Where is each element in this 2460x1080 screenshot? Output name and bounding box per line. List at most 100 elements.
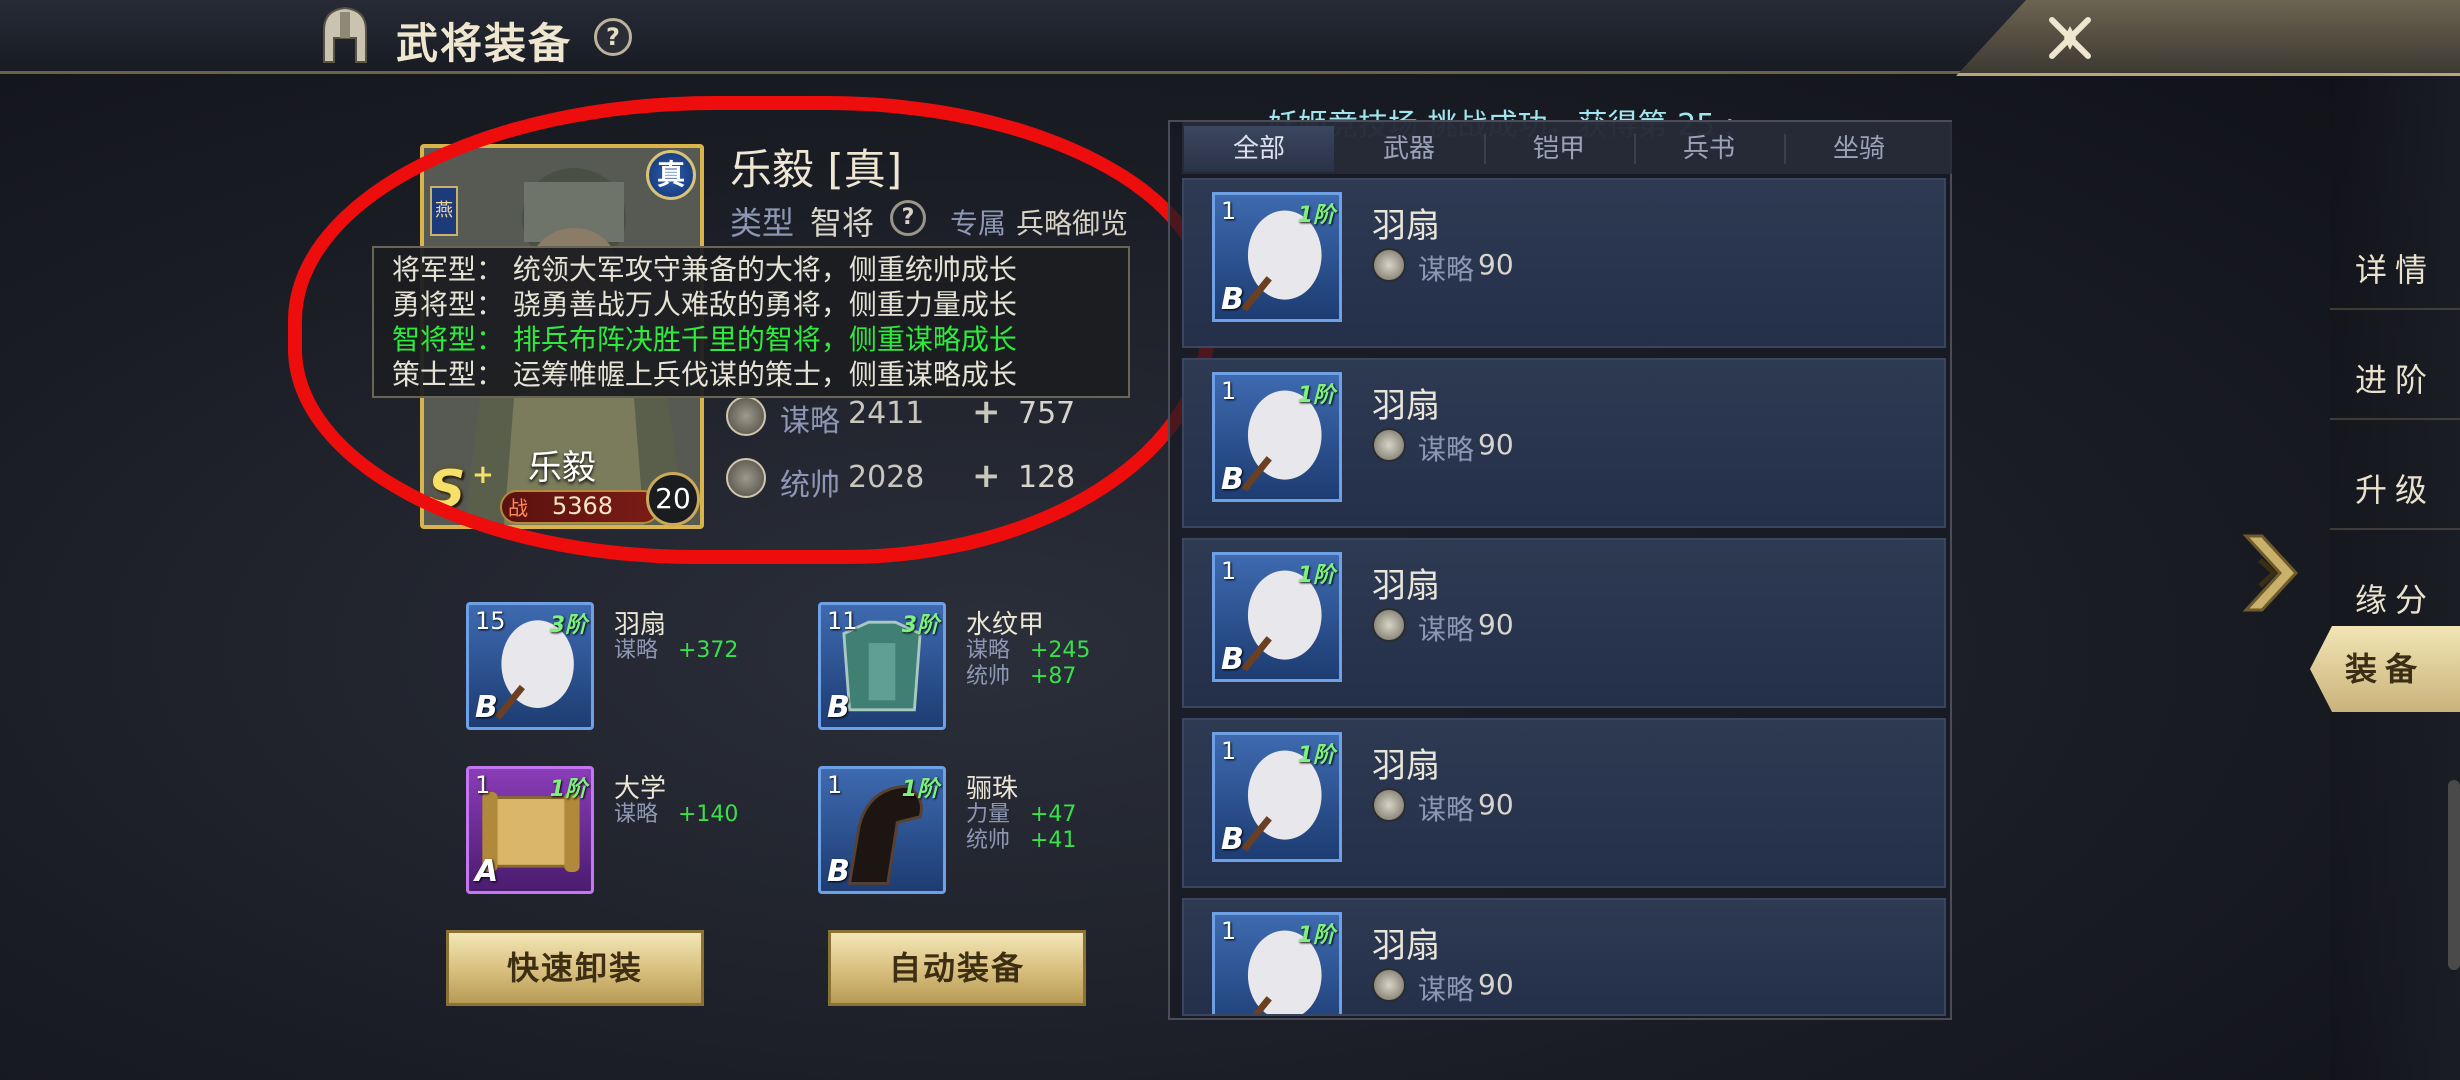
item-name: 羽扇 [1372,386,1440,426]
item-tier: 1阶 [1297,383,1335,408]
stat-label-command: 统帅 [780,468,840,503]
item-grade: B [1221,822,1244,857]
tooltip-line: 将军型： 统领大军攻守兼备的大将，侧重统帅成长 [392,253,1017,286]
auto-equip-button[interactable]: 自动装备 [828,930,1086,1006]
tab-weapon[interactable]: 武器 [1334,126,1484,172]
item-tier: 1阶 [1297,923,1335,948]
tab-book[interactable]: 兵书 [1634,126,1784,172]
item-stat-value: 90 [1478,248,1514,281]
item-name: 羽扇 [1372,566,1440,606]
scrollbar-thumb[interactable] [2448,780,2460,970]
quick-unequip-button[interactable]: 快速卸装 [446,930,704,1006]
nav-advance[interactable]: 进阶 [2330,340,2460,420]
nav-equipment[interactable]: 装备 [2310,626,2460,712]
plus-icon: + [972,392,1001,432]
exclusive-label: 专属 [950,207,1007,240]
item-level: 1 [827,771,843,799]
item-tier: 3阶 [901,613,939,638]
stat-value-command: 2028 [848,460,925,495]
equipped-armor-slot[interactable]: 11 3阶 B [818,602,946,730]
equipped-book-slot[interactable]: 1 1阶 A [466,766,594,894]
item-name: 羽扇 [1372,926,1440,966]
equipped-mount-bonus: +47 [1030,802,1077,827]
close-tab [1956,0,2460,76]
item-name: 羽扇 [1372,206,1440,246]
general-name: 乐毅 [真] [730,145,903,194]
item-stat-value: 90 [1478,608,1514,641]
item-tier: 1阶 [1297,203,1335,228]
stat-value-strategy: 2411 [848,396,925,431]
item-slot: 1 1阶 B [1212,192,1342,322]
type-label: 类型 [730,204,795,242]
power-value: 5368 [552,492,614,520]
nav-details[interactable]: 详情 [2330,230,2460,310]
exclusive-value: 兵略御览 [1016,207,1129,240]
strategy-stat-icon [726,396,766,436]
equipped-weapon-slot[interactable]: 15 3阶 B [466,602,594,730]
nav-upgrade[interactable]: 升级 [2330,450,2460,530]
equipped-armor-stat: 统帅 [966,664,1011,689]
equipped-book-bonus: +140 [678,802,739,827]
equipped-weapon-stat: 谋略 [614,638,659,663]
item-slot: 1 1阶 B [1212,552,1342,682]
item-level: 15 [475,607,506,635]
faction-badge: 燕 [430,186,458,236]
item-level: 1 [1221,917,1237,945]
item-level: 11 [827,607,858,635]
tooltip-line: 策士型： 运筹帷幄上兵伐谋的策士，侧重谋略成长 [392,358,1017,391]
stat-bonus-strategy: 757 [1018,396,1076,431]
tab-armor[interactable]: 铠甲 [1484,126,1634,172]
tab-mount[interactable]: 坐骑 [1784,126,1934,172]
help-icon[interactable]: ? [594,18,632,56]
equipped-mount-slot[interactable]: 1 1阶 B [818,766,946,894]
equipped-mount-stat: 力量 [966,802,1011,827]
expand-arrow-icon[interactable] [2240,530,2306,616]
equipped-book-name: 大学 [614,774,667,804]
item-name: 羽扇 [1372,746,1440,786]
item-level: 1 [1221,197,1237,225]
equipped-armor-stat: 谋略 [966,638,1011,663]
strategy-icon [1372,608,1406,642]
equipped-mount-bonus: +41 [1030,828,1077,853]
equipped-armor-name: 水纹甲 [966,610,1045,640]
stat-label-strategy: 谋略 [780,404,840,439]
list-item[interactable]: 1 1阶 羽扇 谋略 90 [1182,898,1946,1016]
tab-all[interactable]: 全部 [1184,126,1334,172]
item-level: 1 [1221,377,1237,405]
item-stat-label: 谋略 [1418,973,1475,1006]
item-tier: 1阶 [549,777,587,802]
item-grade: A [475,854,499,889]
type-value: 智将 [810,204,875,242]
item-slot: 1 1阶 B [1212,372,1342,502]
item-stat-value: 90 [1478,968,1514,1001]
plus-icon: + [972,456,1001,496]
power-icon: 战 [508,496,528,520]
side-nav: 详情 进阶 升级 缘分 [2330,76,2460,1080]
strategy-icon [1372,968,1406,1002]
strategy-icon [1372,428,1406,462]
item-tier: 1阶 [1297,563,1335,588]
item-level: 1 [1221,557,1237,585]
item-stat-label: 谋略 [1418,793,1475,826]
list-item[interactable]: 1 1阶 B 羽扇 谋略 90 [1182,538,1946,708]
type-help-icon[interactable]: ? [890,200,926,236]
grade-plus: + [472,460,494,490]
list-item[interactable]: 1 1阶 B 羽扇 谋略 90 [1182,358,1946,528]
strategy-icon [1372,248,1406,282]
item-level: 1 [1221,737,1237,765]
equipped-armor-bonus: +245 [1030,638,1091,663]
item-slot: 1 1阶 [1212,912,1342,1014]
item-level: 1 [475,771,491,799]
tooltip-line: 勇将型： 骁勇善战万人难敌的勇将，侧重力量成长 [392,288,1017,321]
command-stat-icon [726,458,766,498]
item-tier: 3阶 [549,613,587,638]
close-icon[interactable] [2046,14,2094,62]
list-item[interactable]: 1 1阶 B 羽扇 谋略 90 [1182,718,1946,888]
list-item[interactable]: 1 1阶 B 羽扇 谋略 90 [1182,178,1946,348]
equipped-mount-stat: 统帅 [966,828,1011,853]
page-title: 武将装备 [396,19,573,68]
tooltip-line-highlight: 智将型： 排兵布阵决胜千里的智将，侧重谋略成长 [392,323,1017,356]
item-stat-label: 谋略 [1418,433,1475,466]
item-tier: 1阶 [1297,743,1335,768]
item-stat-label: 谋略 [1418,613,1475,646]
